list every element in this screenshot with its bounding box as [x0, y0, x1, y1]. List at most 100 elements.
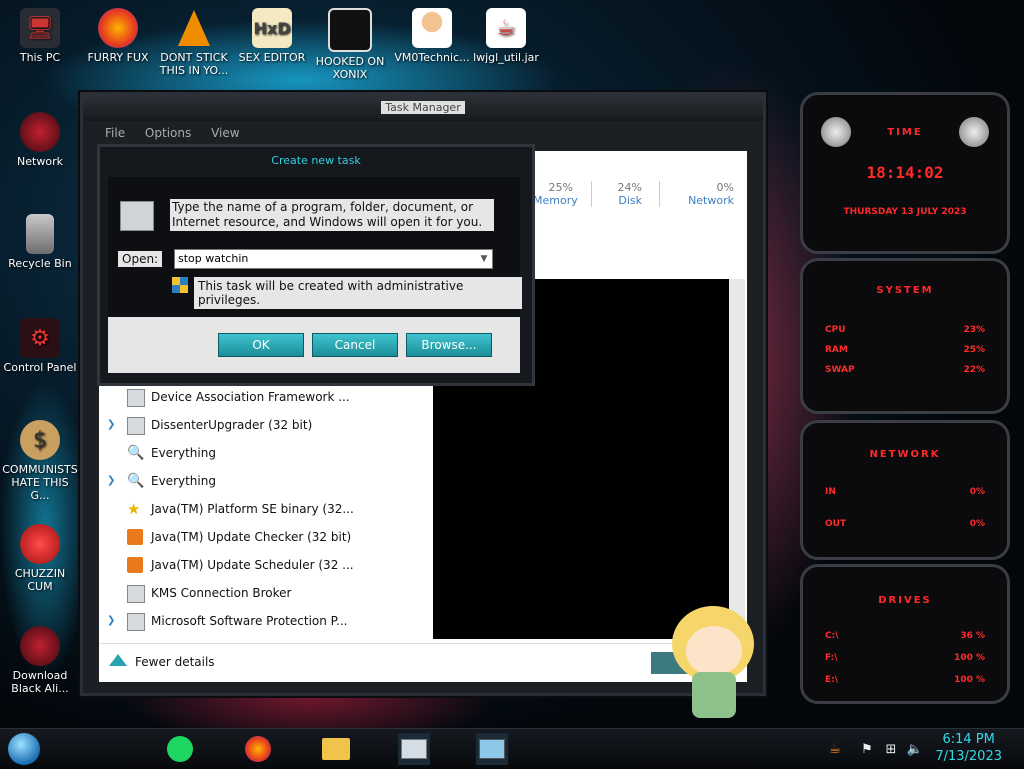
recycle-bin-icon	[26, 214, 54, 254]
table-row[interactable]: ❯ DissenterUpgrader (32 bit)	[99, 411, 433, 439]
java-update-icon	[127, 557, 143, 573]
expand-chevron-icon[interactable]: ❯	[107, 467, 115, 495]
table-row[interactable]: ★ Java(TM) Platform SE binary (32...	[99, 495, 433, 523]
table-row[interactable]: KMS Connection Broker	[99, 579, 433, 607]
menu-view[interactable]: View	[211, 126, 239, 140]
desktop-icon-furry-fux[interactable]: FURRY FUX	[80, 8, 156, 64]
desktop-icon-vlc[interactable]: DONT STICK THIS IN YO...	[156, 8, 232, 77]
desktop-icon-xonix[interactable]: HOOKED ON XONIX	[312, 8, 388, 81]
table-row[interactable]: ❯ Microsoft Software Protection P...	[99, 607, 433, 635]
network-icon	[20, 112, 60, 152]
flag-icon[interactable]: ⚑	[858, 733, 876, 765]
window-icon	[127, 417, 145, 435]
task-manager-titlebar[interactable]: Task Manager	[83, 95, 763, 121]
admin-shield-icon	[172, 277, 188, 293]
desktop-icon-black-alien[interactable]: Download Black Ali...	[2, 626, 78, 695]
column-disk-header[interactable]: 24% Disk	[591, 181, 642, 207]
taskbar-spotify[interactable]	[164, 733, 196, 765]
chevron-down-icon[interactable]: ▼	[478, 250, 490, 268]
table-row[interactable]: 🔍 Everything	[99, 439, 433, 467]
drive-f-value: 100 %	[954, 653, 985, 663]
start-button[interactable]	[8, 733, 40, 765]
folder-icon	[322, 738, 350, 760]
menu-options[interactable]: Options	[145, 126, 191, 140]
cartoon-character-sticker	[664, 600, 764, 722]
menu-file[interactable]: File	[105, 126, 125, 140]
net-out-value: 0%	[969, 519, 985, 529]
column-memory-header[interactable]: 25% Memory	[533, 181, 578, 207]
drive-f-label: F:\	[825, 653, 838, 663]
window-icon	[127, 585, 145, 603]
ok-button[interactable]: OK	[218, 333, 304, 357]
system-title: SYSTEM	[876, 285, 934, 296]
desktop-icon-chuzzin[interactable]: CHUZZIN CUM	[2, 524, 78, 593]
expand-chevron-icon[interactable]: ❯	[107, 411, 115, 439]
task-manager-footer: Fewer details	[99, 643, 747, 682]
drive-c-label: C:\	[825, 631, 839, 641]
xonix-icon	[328, 8, 372, 52]
column-headers: 25% Memory 24% Disk 0% Network	[533, 151, 747, 277]
clock-date: 7/13/2023	[935, 749, 1002, 764]
taskbar: ☕ ⚑ ⊞ 🔈 6:14 PM 7/13/2023	[0, 728, 1024, 769]
dialog-content: Type the name of a program, folder, docu…	[108, 177, 522, 373]
firefox-icon	[98, 8, 138, 48]
window-icon	[127, 613, 145, 631]
drives-title: DRIVES	[878, 595, 932, 606]
desktop-icon-lwjgl[interactable]: ☕ lwjgl_util.jar	[468, 8, 544, 64]
fewer-details-link[interactable]: Fewer details	[135, 655, 215, 669]
admin-note: This task will be created with administr…	[194, 277, 522, 309]
volume-icon[interactable]: 🔈	[906, 733, 924, 765]
magnifier-icon: 🔍	[127, 445, 145, 461]
widget-time: 18:14:02	[866, 163, 944, 182]
create-new-task-dialog[interactable]: Create new task Type the name of a progr…	[97, 144, 535, 386]
window-icon	[127, 389, 145, 407]
network-tray-icon[interactable]: ⊞	[882, 733, 900, 765]
taskbar-task-manager[interactable]	[398, 733, 430, 765]
net-in-label: IN	[825, 487, 836, 497]
expand-chevron-icon[interactable]: ❯	[107, 607, 115, 635]
start-orb-icon	[8, 733, 40, 765]
ram-value: 25%	[963, 345, 985, 355]
desktop-icon-vm0technic[interactable]: VM0Technic...	[394, 8, 470, 64]
java-update-icon	[127, 529, 143, 545]
net-in-value: 0%	[969, 487, 985, 497]
swap-label: SWAP	[825, 365, 855, 375]
java-tray-icon[interactable]: ☕	[826, 733, 844, 765]
desktop-icon-sex-editor[interactable]: HxD SEX EDITOR	[234, 8, 310, 64]
drive-e-label: E:\	[825, 675, 839, 685]
alien-icon	[20, 626, 60, 666]
scrollbar[interactable]	[729, 279, 745, 639]
network-title: NETWORK	[869, 449, 941, 460]
system-monitor-widget: TIME 18:14:02 THURSDAY 13 JULY 2023 SYST…	[792, 92, 1012, 704]
browse-button[interactable]: Browse...	[406, 333, 492, 357]
desktop-icon-recycle-bin[interactable]: Recycle Bin	[2, 214, 78, 270]
desktop-icon-control-panel[interactable]: ⚙ Control Panel	[2, 318, 78, 374]
doctor-icon	[412, 8, 452, 48]
dialog-button-bar: OK Cancel Browse...	[108, 317, 520, 373]
table-row[interactable]: Java(TM) Update Checker (32 bit)	[99, 523, 433, 551]
cancel-button[interactable]: Cancel	[312, 333, 398, 357]
task-manager-icon	[401, 739, 427, 759]
taskbar-clock[interactable]: 6:14 PM 7/13/2023	[935, 731, 1002, 765]
java-icon: ☕	[486, 8, 526, 48]
taskbar-firefox[interactable]	[242, 733, 274, 765]
desktop-icon-this-pc[interactable]: 🖥 This PC	[2, 8, 78, 64]
column-network-header[interactable]: 0% Network	[659, 181, 734, 207]
dialog-titlebar[interactable]: Create new task	[100, 147, 532, 173]
collapse-arrow-icon[interactable]	[109, 654, 127, 666]
money-bag-icon: $	[20, 420, 60, 460]
computer-icon: 🖥	[20, 8, 60, 48]
taskbar-run[interactable]	[476, 733, 508, 765]
table-row[interactable]: Device Association Framework ...	[99, 383, 433, 411]
table-row[interactable]: Java(TM) Update Scheduler (32 ...	[99, 551, 433, 579]
cpu-value: 23%	[963, 325, 985, 335]
open-input[interactable]: stop watchin	[174, 249, 493, 269]
chuzzle-icon	[20, 524, 60, 564]
desktop-icon-communists[interactable]: $ COMMUNISTS HATE THIS G...	[2, 420, 78, 502]
widget-date: THURSDAY 13 JULY 2023	[843, 207, 967, 217]
open-label: Open:	[118, 251, 163, 267]
taskbar-explorer[interactable]	[320, 733, 352, 765]
dialog-title: Create new task	[271, 154, 361, 167]
desktop-icon-network[interactable]: Network	[2, 112, 78, 168]
table-row[interactable]: ❯ 🔍 Everything	[99, 467, 433, 495]
